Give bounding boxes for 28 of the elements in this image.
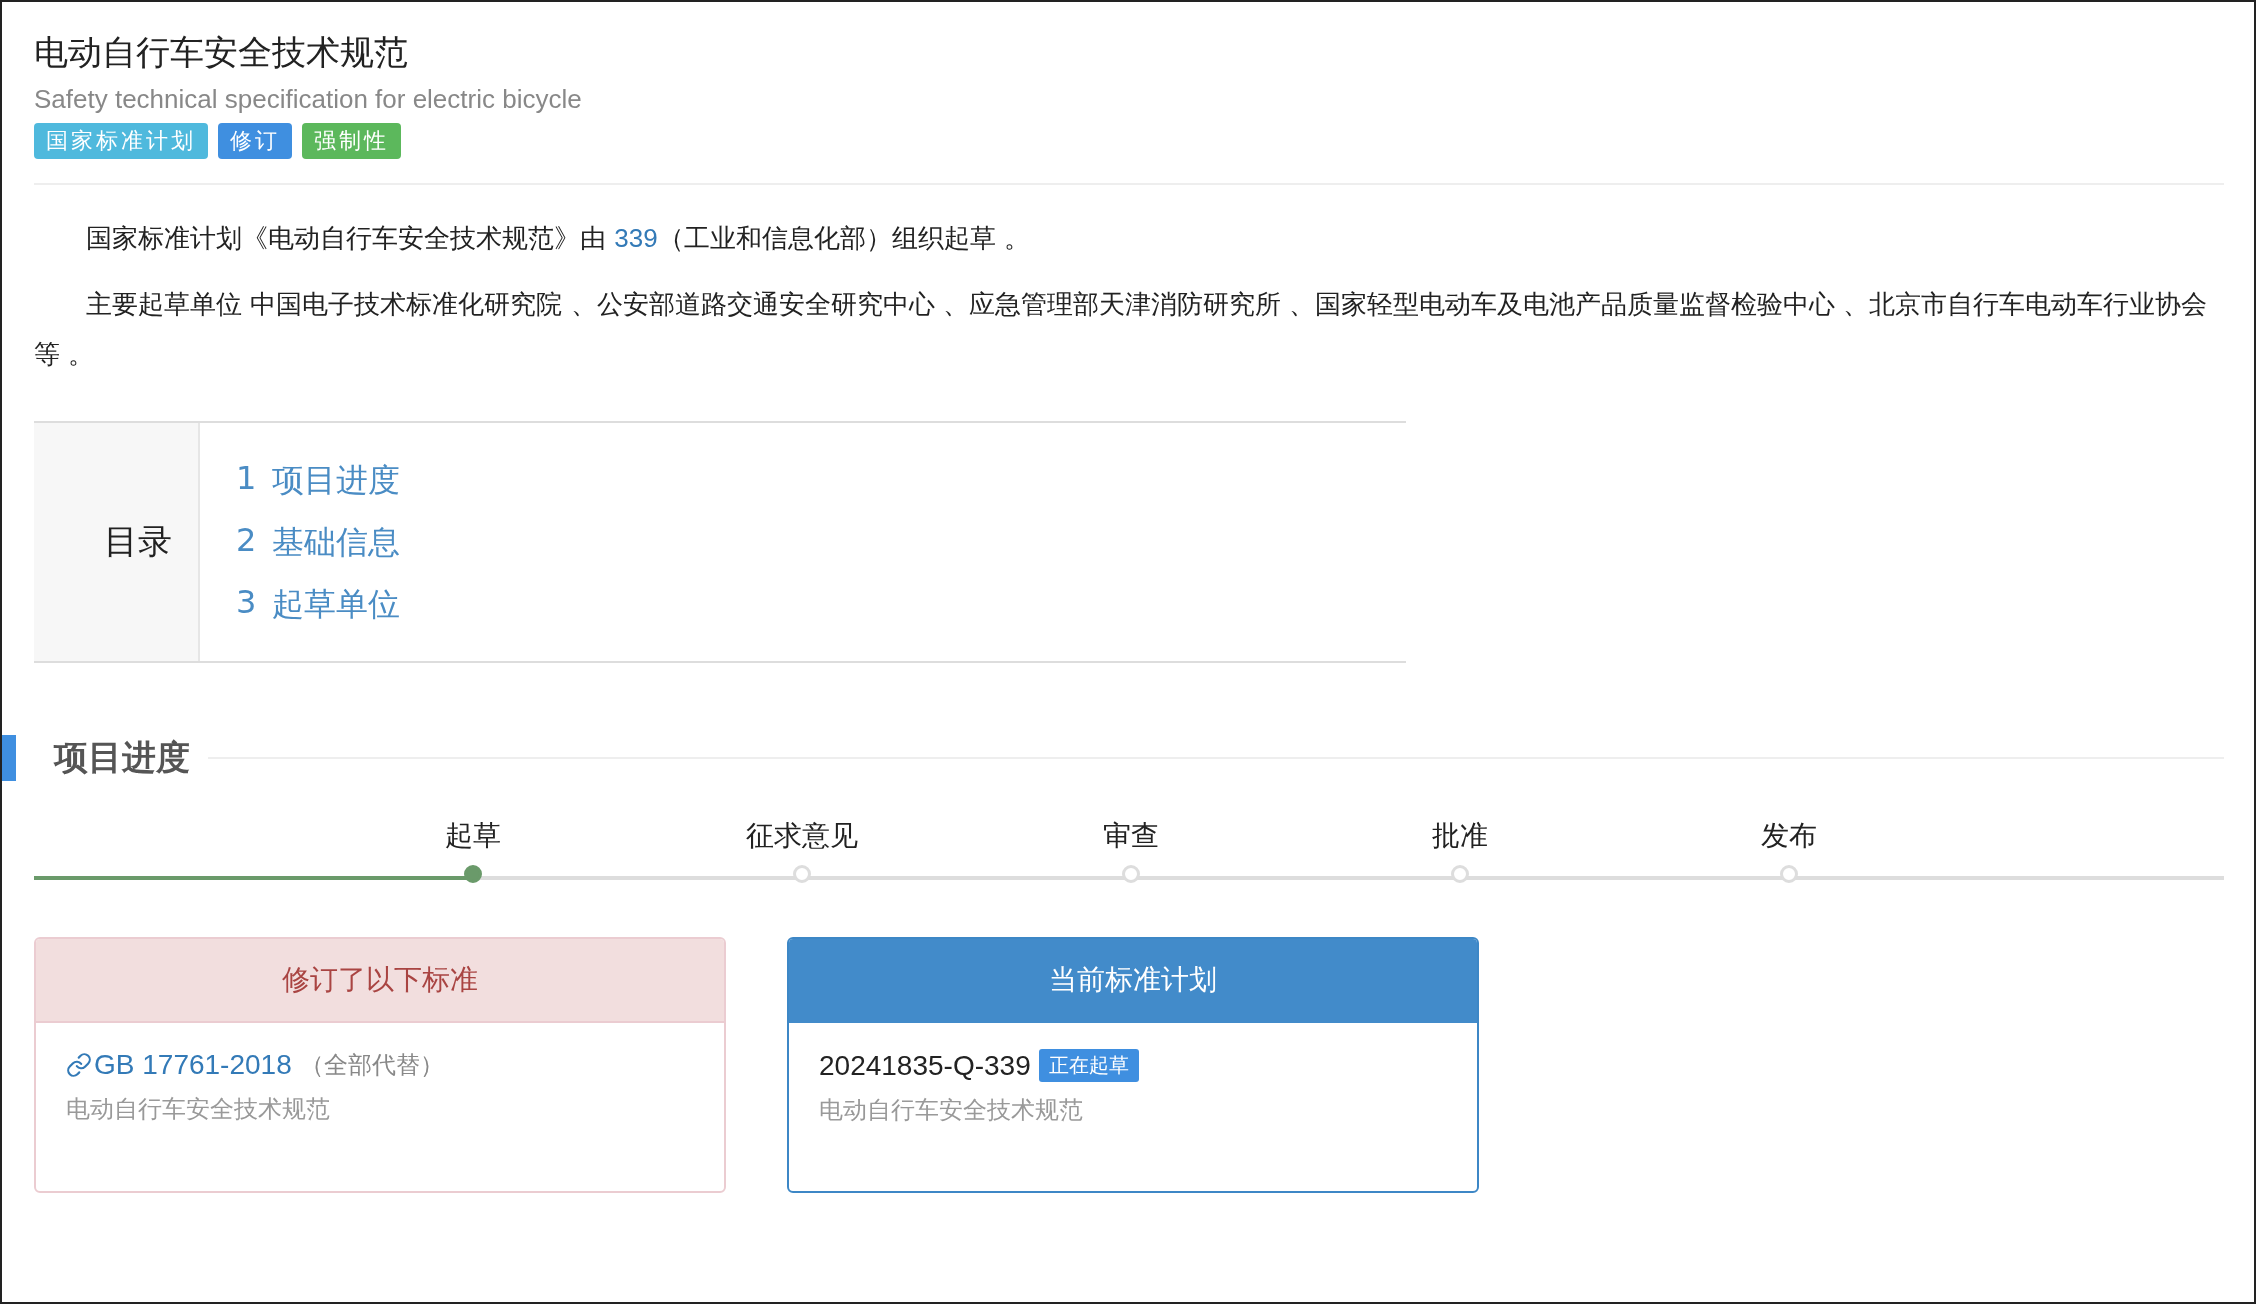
toc-label: 目录 <box>104 520 172 563</box>
step-label: 起草 <box>444 819 501 853</box>
section-marker <box>2 735 16 781</box>
tag: 修订 <box>218 123 292 159</box>
standard-title: 电动自行车安全技术规范 <box>34 31 409 74</box>
drafters-paragraph: 主要起草单位 中国电子技术标准化研究院 、公安部道路交通安全研究中心 、应急管理部天津消防研究所 、国家轻型电动车及电池产品质量监督检验中心 、北京市自行车电动车行业协会等 。 <box>34 288 2209 371</box>
step-label: 征求意见 <box>745 819 858 853</box>
tag: 强制性 <box>302 123 401 159</box>
toc-link[interactable]: 1 项目进度 <box>236 459 401 503</box>
link-icon <box>66 1052 92 1078</box>
step-label: 发布 <box>1760 819 1817 853</box>
standard-link[interactable]: GB 17761-2018 <box>66 1049 292 1081</box>
step-label: 批准 <box>1431 819 1488 853</box>
org-link[interactable]: 339 <box>614 223 658 253</box>
toc-link[interactable]: 3 起草单位 <box>236 583 401 627</box>
tag: 国家标准计划 <box>34 123 208 159</box>
plan-number: 20241835-Q-339 <box>819 1049 1031 1082</box>
section-title: 项目进度 <box>54 736 190 779</box>
standard-name: 电动自行车安全技术规范 <box>819 1095 1084 1126</box>
intro-paragraph: 国家标准计划《电动自行车安全技术规范》由 339（工业和信息化部）组织起草 。 <box>85 222 1031 255</box>
status-badge: 正在起草 <box>1038 1049 1139 1082</box>
card-header: 修订了以下标准 <box>36 939 724 1023</box>
standard-subtitle: Safety technical specification for electric bicycle <box>34 84 583 115</box>
replace-note: （全部代替） <box>299 1050 444 1081</box>
toc-link[interactable]: 2 基础信息 <box>236 521 401 565</box>
step-label: 审查 <box>1102 819 1159 853</box>
card-header: 当前标准计划 <box>789 939 1477 1023</box>
standard-name: 电动自行车安全技术规范 <box>66 1094 331 1125</box>
